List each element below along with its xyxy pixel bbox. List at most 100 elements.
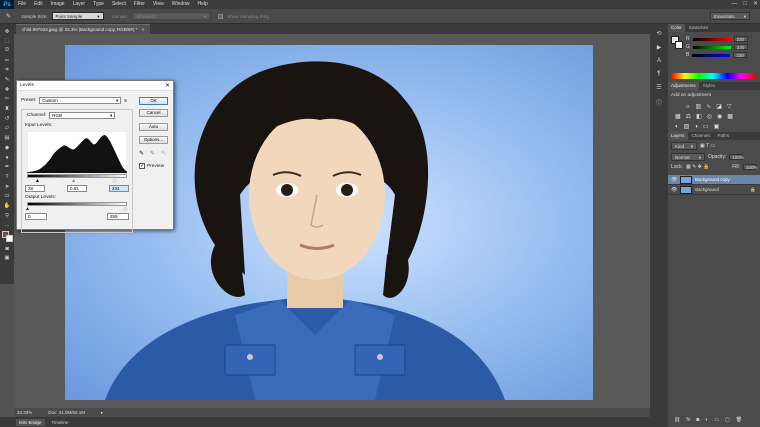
channel-select[interactable]: RGB ▾ xyxy=(49,112,116,119)
auto-button[interactable]: Auto xyxy=(139,123,168,131)
menu-type[interactable]: Type xyxy=(89,0,108,9)
layer-row[interactable]: 👁 Background 🔒 xyxy=(668,185,760,195)
shape-tool-icon[interactable]: ▭ xyxy=(2,193,12,200)
threshold-icon[interactable]: ◑ xyxy=(694,124,698,130)
workspace-select[interactable]: Essentials ▾ xyxy=(710,12,750,20)
preset-select[interactable]: Custom ▾ xyxy=(39,97,122,104)
tab-adjustments[interactable]: Adjustments xyxy=(668,82,699,90)
input-black-field[interactable]: 28 xyxy=(25,185,45,192)
trash-icon[interactable]: 🗑 xyxy=(736,417,742,423)
brightness-contrast-icon[interactable]: ☼ xyxy=(685,104,691,110)
photo-filter-icon[interactable]: ◎ xyxy=(707,113,712,120)
type-tool-icon[interactable]: T xyxy=(2,173,12,180)
black-white-icon[interactable]: ◧ xyxy=(696,113,702,120)
new-adjustment-icon[interactable]: ◐ xyxy=(705,417,708,423)
tab-channels[interactable]: Channels xyxy=(689,132,714,140)
lasso-tool-icon[interactable]: ᘐ xyxy=(2,47,12,54)
add-mask-icon[interactable]: ◙ xyxy=(696,417,699,423)
selective-color-icon[interactable]: ▣ xyxy=(714,123,720,130)
exposure-icon[interactable]: ◪ xyxy=(716,103,722,110)
fx-icon[interactable]: fx xyxy=(686,417,690,423)
fill-field[interactable]: 100% xyxy=(743,164,758,170)
channel-mixer-icon[interactable]: ◉ xyxy=(717,113,722,120)
eyedropper-tool-icon[interactable]: ✎ xyxy=(6,13,11,20)
menu-view[interactable]: View xyxy=(149,0,168,9)
output-black-slider[interactable]: ▲ xyxy=(25,206,30,212)
color-lookup-icon[interactable]: ▩ xyxy=(727,113,733,120)
zoom-level[interactable]: 33.33% xyxy=(17,410,32,415)
quick-select-tool-icon[interactable]: ✑ xyxy=(2,57,12,64)
link-layers-icon[interactable]: ⛓ xyxy=(674,417,680,423)
black-eyedropper-icon[interactable]: ✎ xyxy=(139,150,144,157)
input-white-field[interactable]: 231 xyxy=(109,185,129,192)
levels-icon[interactable]: ▥ xyxy=(696,103,702,110)
properties-icon[interactable]: ☰ xyxy=(656,84,661,91)
more-tools-icon[interactable]: … xyxy=(2,222,12,229)
minimize-button[interactable]: — xyxy=(731,0,737,9)
preset-options-icon[interactable]: ≡ xyxy=(124,98,127,104)
menu-select[interactable]: Select xyxy=(108,0,130,9)
tab-color[interactable]: Color xyxy=(668,24,685,32)
sample-select[interactable]: All Layers ▾ xyxy=(132,12,211,20)
vibrance-icon[interactable]: ▽ xyxy=(727,103,732,110)
posterize-icon[interactable]: ▨ xyxy=(684,123,690,130)
blur-tool-icon[interactable]: ◆ xyxy=(2,144,12,151)
paragraph-icon[interactable]: ¶ xyxy=(657,71,660,77)
quick-mask-icon[interactable]: ◙ xyxy=(2,245,12,252)
eraser-tool-icon[interactable]: ▱ xyxy=(2,125,12,132)
gray-point-slider[interactable]: ▲ xyxy=(71,178,76,184)
move-tool-icon[interactable]: ✥ xyxy=(2,28,12,35)
actions-icon[interactable]: ▶ xyxy=(657,44,662,51)
lock-icons[interactable]: ▦ ✎ ✥ 🔒 xyxy=(686,164,710,170)
hue-saturation-icon[interactable]: ▦ xyxy=(675,113,681,120)
red-value[interactable]: 230 xyxy=(733,36,748,42)
new-group-icon[interactable]: ▭ xyxy=(714,417,719,423)
visibility-eye-icon[interactable]: 👁 xyxy=(671,177,677,183)
layer-row[interactable]: 👁 Background copy xyxy=(668,175,760,185)
layer-filter-kind[interactable]: Kind ▾ xyxy=(671,142,697,150)
gradient-tool-icon[interactable]: ▤ xyxy=(2,135,12,142)
visibility-eye-icon[interactable]: 👁 xyxy=(671,187,677,193)
crop-tool-icon[interactable]: ⌗ xyxy=(2,67,12,74)
tab-timeline[interactable]: Timeline xyxy=(49,419,72,426)
opacity-field[interactable]: 100% xyxy=(729,154,744,160)
brush-tool-icon[interactable]: ✏ xyxy=(2,96,12,103)
dodge-tool-icon[interactable]: ● xyxy=(2,154,12,161)
ok-button[interactable]: OK xyxy=(139,97,168,105)
color-spectrum-bar[interactable] xyxy=(671,73,755,79)
document-tab[interactable]: child-997533.jpeg @ 33.3% (Background co… xyxy=(16,24,151,34)
levels-titlebar[interactable]: Levels ✕ xyxy=(17,81,173,91)
gradient-map-icon[interactable]: ▭ xyxy=(703,123,709,130)
eyedropper-tool-icon[interactable]: ✎ xyxy=(2,76,12,83)
sample-size-select[interactable]: Point Sample ▾ xyxy=(51,12,104,20)
color-swatches[interactable] xyxy=(1,231,13,243)
zoom-tool-icon[interactable]: ⚲ xyxy=(2,212,12,219)
marquee-tool-icon[interactable]: ⬚ xyxy=(2,38,12,45)
tab-styles[interactable]: Styles xyxy=(700,82,718,90)
cancel-button[interactable]: Cancel xyxy=(139,109,168,117)
close-tab-icon[interactable]: × xyxy=(142,25,145,34)
blend-mode-select[interactable]: Normal ▾ xyxy=(671,153,705,161)
tab-layers[interactable]: Layers xyxy=(668,132,688,140)
color-balance-icon[interactable]: ⚖ xyxy=(686,113,691,120)
levels-close-icon[interactable]: ✕ xyxy=(165,82,170,89)
gray-eyedropper-icon[interactable]: ✎ xyxy=(150,150,155,157)
tab-mini-bridge[interactable]: Mini Bridge xyxy=(16,418,45,426)
screen-mode-icon[interactable]: ▣ xyxy=(2,255,12,262)
close-button[interactable]: ✕ xyxy=(753,0,758,9)
input-gray-field[interactable]: 0.61 xyxy=(67,185,87,192)
info-icon[interactable]: ⓘ xyxy=(656,98,662,107)
pen-tool-icon[interactable]: ✒ xyxy=(2,164,12,171)
new-layer-icon[interactable]: ▢ xyxy=(725,417,730,423)
green-slider[interactable] xyxy=(692,45,731,49)
menu-file[interactable]: File xyxy=(14,0,30,9)
menu-window[interactable]: Window xyxy=(168,0,194,9)
filter-icons[interactable]: ▣ T ▭ xyxy=(700,143,715,149)
output-white-slider[interactable]: ▲ xyxy=(123,206,128,212)
tab-swatches[interactable]: Swatches xyxy=(686,24,712,32)
white-point-slider[interactable]: ▲ xyxy=(112,178,117,184)
output-white-field[interactable]: 255 xyxy=(107,213,129,220)
options-button[interactable]: Options... xyxy=(139,136,168,144)
maximize-button[interactable]: □ xyxy=(743,0,747,9)
history-icon[interactable]: ⟲ xyxy=(656,30,661,37)
